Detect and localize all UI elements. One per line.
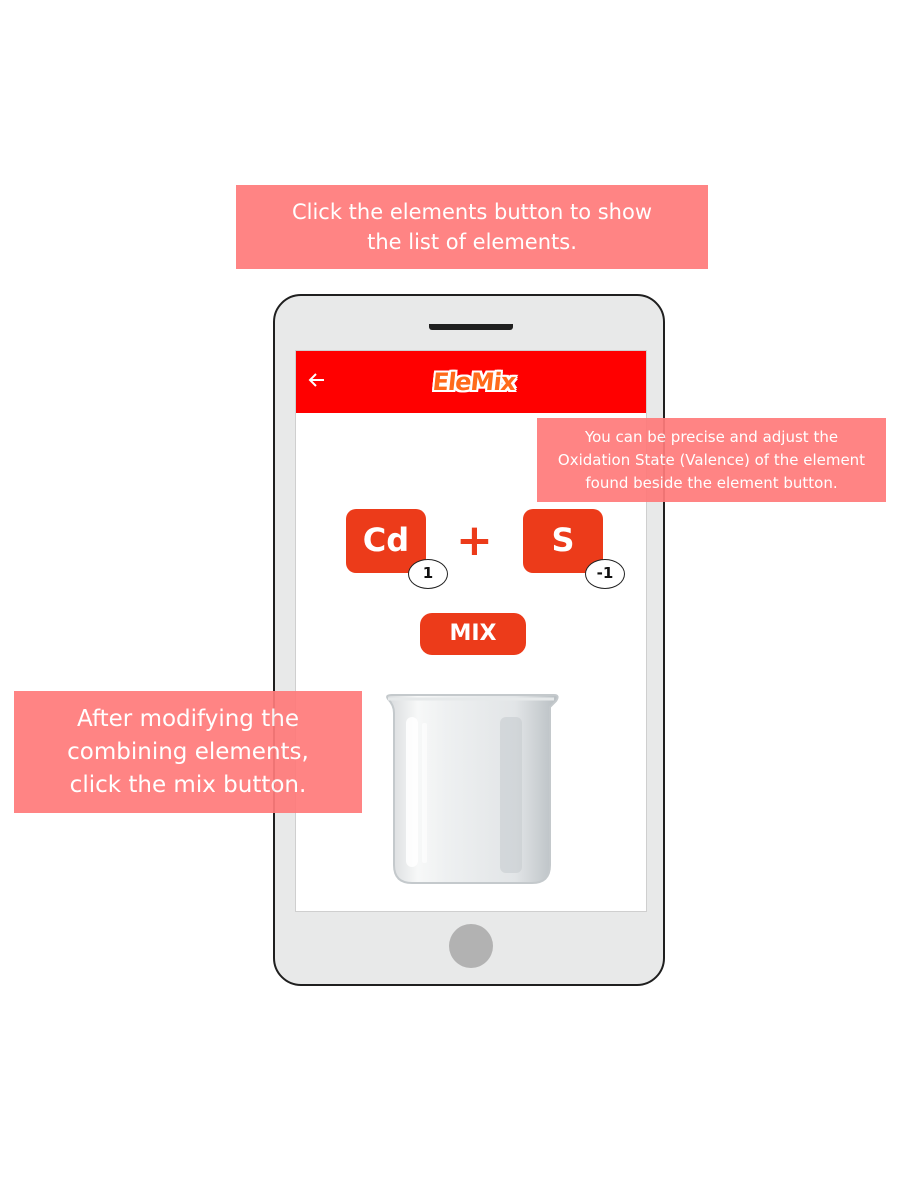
instruction-callout-valence: You can be precise and adjust the Oxidat…: [537, 418, 886, 502]
callout-line: After modifying the: [77, 705, 299, 732]
callout-line: Click the elements button to show: [291, 200, 653, 224]
valence-selector-2[interactable]: -1: [585, 559, 625, 589]
instruction-callout-elements: Click the elements button to show the li…: [236, 185, 708, 269]
home-button[interactable]: [449, 924, 493, 968]
callout-line: click the mix button.: [69, 771, 307, 798]
beaker-image: [386, 694, 559, 884]
mix-button[interactable]: MIX: [420, 613, 526, 655]
instruction-callout-mix: After modifying the combining elements, …: [14, 691, 362, 813]
arrow-left-icon[interactable]: [306, 369, 328, 391]
callout-line: Oxidation State (Valence) of the element: [557, 450, 866, 469]
valence-selector-1[interactable]: 1: [408, 559, 448, 589]
phone-speaker: [429, 324, 513, 330]
callout-line: You can be precise and adjust the: [584, 427, 839, 446]
phone-frame: EleMix Cd + S 1 -1 MIX: [273, 294, 665, 986]
plus-operator: +: [456, 515, 493, 566]
callout-line: the list of elements.: [367, 230, 577, 254]
callout-line: combining elements,: [67, 738, 309, 765]
app-bar: EleMix: [296, 351, 646, 413]
callout-line: found beside the element button.: [585, 473, 838, 492]
app-logo: EleMix: [431, 368, 517, 396]
